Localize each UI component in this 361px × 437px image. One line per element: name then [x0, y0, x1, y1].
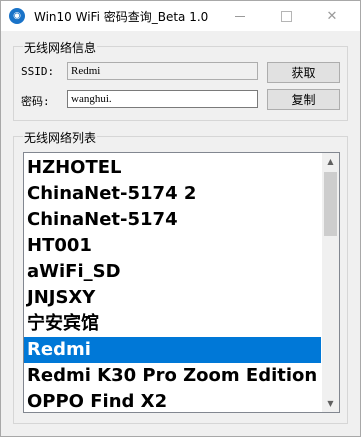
- close-button[interactable]: ✕: [315, 1, 349, 31]
- list-group-label: 无线网络列表: [23, 129, 98, 146]
- minimize-icon: [235, 15, 245, 17]
- minimize-button[interactable]: [223, 1, 257, 31]
- password-label: 密码:: [21, 95, 50, 108]
- info-group-label: 无线网络信息: [23, 39, 98, 56]
- ssid-label: SSID:: [21, 65, 55, 78]
- list-scrollbar[interactable]: ▲ ▼: [322, 153, 339, 412]
- app-window: ◉ Win10 WiFi 密码查询_Beta 1.0 ✕ 无线网络信息 SSID…: [0, 0, 361, 437]
- scroll-thumb[interactable]: [324, 172, 337, 236]
- scroll-down-icon[interactable]: ▼: [322, 395, 339, 412]
- list-item[interactable]: Redmi K30 Pro Zoom Edition: [24, 363, 321, 389]
- maximize-icon: [280, 10, 292, 22]
- list-item[interactable]: JNJSXY: [24, 285, 321, 311]
- close-icon: ✕: [326, 8, 338, 24]
- list-item[interactable]: OPPO Find X2: [24, 389, 321, 412]
- window-title: Win10 WiFi 密码查询_Beta 1.0: [34, 10, 209, 24]
- list-item[interactable]: ChinaNet-5174: [24, 207, 321, 233]
- list-item[interactable]: HZHOTEL: [24, 155, 321, 181]
- wifi-network-list[interactable]: HZHOTEL ChinaNet-5174 2 ChinaNet-5174 HT…: [23, 152, 340, 413]
- scroll-up-icon[interactable]: ▲: [322, 153, 339, 170]
- get-button[interactable]: 获取: [267, 62, 340, 83]
- title-bar[interactable]: ◉ Win10 WiFi 密码查询_Beta 1.0 ✕: [1, 1, 360, 31]
- list-item[interactable]: 宁安宾馆: [24, 311, 321, 337]
- list-item[interactable]: ChinaNet-5174 2: [24, 181, 321, 207]
- list-item[interactable]: HT001: [24, 233, 321, 259]
- ssid-field[interactable]: Redmi: [67, 62, 258, 80]
- password-field[interactable]: wanghui.: [67, 90, 258, 108]
- list-item-selected[interactable]: Redmi: [24, 337, 321, 363]
- wifi-app-icon: ◉: [9, 8, 25, 24]
- copy-button[interactable]: 复制: [267, 89, 340, 110]
- maximize-button[interactable]: [269, 1, 303, 31]
- list-item[interactable]: aWiFi_SD: [24, 259, 321, 285]
